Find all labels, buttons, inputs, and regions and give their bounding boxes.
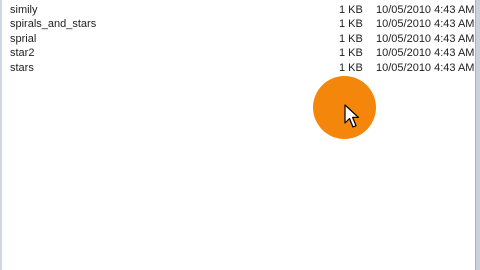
file-size: 1 KB [339, 62, 363, 74]
window-right-border [475, 0, 480, 270]
file-date-modified: 10/05/2010 4:43 AM [376, 4, 475, 16]
file-date-modified: 10/05/2010 4:43 AM [376, 62, 475, 74]
file-size: 1 KB [339, 18, 363, 30]
file-name: simily [10, 4, 38, 16]
file-size: 1 KB [339, 33, 363, 45]
file-row[interactable]: star2 1 KB 10/05/2010 4:43 AM [0, 47, 476, 61]
file-date-modified: 10/05/2010 4:43 AM [376, 47, 475, 59]
file-size: 1 KB [339, 47, 363, 59]
file-list: simily 1 KB 10/05/2010 4:43 AM spirals_a… [0, 0, 476, 270]
file-name: spirals_and_stars [10, 18, 97, 30]
file-date-modified: 10/05/2010 4:43 AM [376, 18, 475, 30]
file-date-modified: 10/05/2010 4:43 AM [376, 33, 475, 45]
file-row[interactable]: sprial 1 KB 10/05/2010 4:43 AM [0, 33, 476, 47]
file-row[interactable]: spirals_and_stars 1 KB 10/05/2010 4:43 A… [0, 18, 476, 32]
file-size: 1 KB [339, 4, 363, 16]
mouse-pointer-icon [344, 104, 360, 128]
file-name: stars [10, 62, 34, 74]
file-row[interactable]: simily 1 KB 10/05/2010 4:43 AM [0, 4, 476, 18]
file-name: star2 [10, 47, 35, 59]
file-row[interactable]: stars 1 KB 10/05/2010 4:43 AM [0, 62, 476, 76]
file-name: sprial [10, 33, 37, 45]
